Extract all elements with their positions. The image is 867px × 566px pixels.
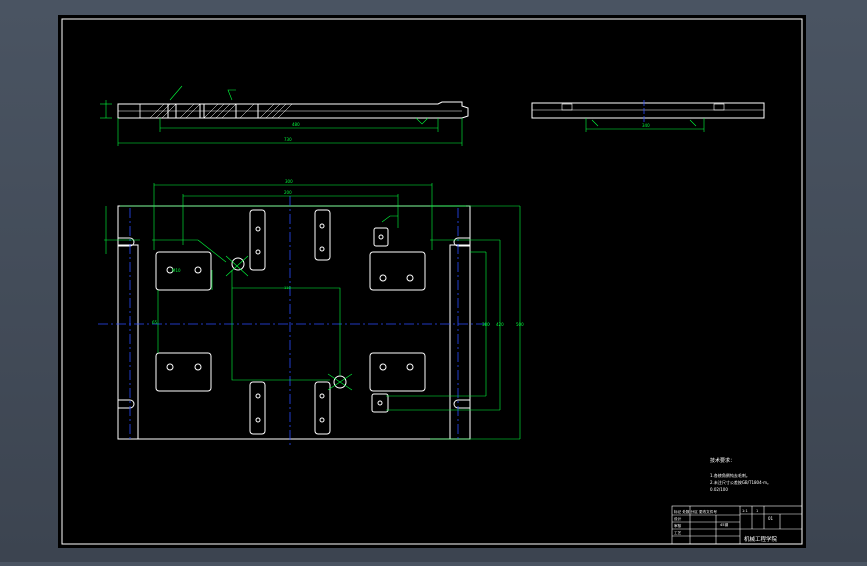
label-m10: M10	[172, 268, 181, 273]
tb-school: 机械工程学院	[744, 535, 778, 543]
cad-viewport[interactable]: 730 480 340 300 200 110 M10 500 420 380 …	[0, 0, 867, 562]
tb-part-no: 01	[768, 516, 774, 521]
tech-line-3: 0.02/100	[710, 487, 728, 492]
drawing-canvas: 730 480 340 300 200 110 M10 500 420 380 …	[58, 15, 806, 548]
tb-sheet: 1	[756, 509, 758, 513]
dim-side-inner: 340	[642, 123, 650, 128]
tb-scale: 1:1	[742, 509, 748, 513]
dim-left-offset: 65	[152, 320, 158, 325]
dim-top-span: 300	[285, 179, 293, 184]
tb-designer: 设计	[674, 516, 682, 521]
dim-overall-height: 500	[516, 322, 524, 327]
tb-revision-header: 标记 处数 分区 更改文件号	[674, 509, 717, 514]
tb-reviewer: 审核	[674, 523, 682, 528]
dim-mid-span: 200	[284, 190, 292, 195]
drawing-sheet	[58, 15, 806, 548]
tb-material: 45钢	[720, 522, 729, 527]
dim-overall-length: 730	[284, 137, 292, 142]
dim-side-height: 420	[496, 322, 504, 327]
tech-line-1: 1.各棱角倒钝去毛刺。	[710, 472, 750, 478]
dim-side-height-2: 380	[482, 322, 490, 327]
dim-inner-frame: 110	[284, 286, 291, 290]
dim-inner: 480	[292, 122, 300, 127]
tech-heading: 技术要求：	[710, 457, 735, 464]
tech-line-2: 2.未注尺寸公差按GB/T1804-m。	[710, 479, 771, 485]
tb-process: 工艺	[674, 530, 682, 535]
